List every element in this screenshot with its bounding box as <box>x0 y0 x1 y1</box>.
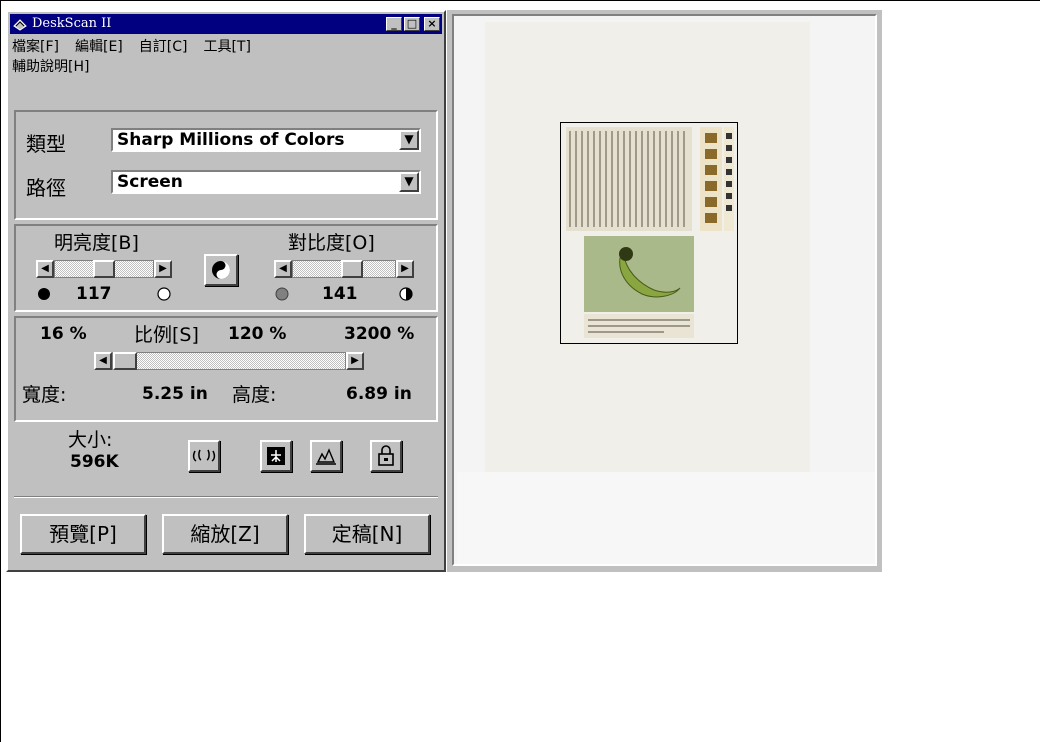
negative-button[interactable] <box>260 440 292 472</box>
window-title: DeskScan II <box>32 16 112 31</box>
scale-min: 16 % <box>40 324 87 344</box>
path-dropdown[interactable]: Screen ▼ <box>111 170 421 194</box>
lock-icon <box>378 445 394 466</box>
scale-max: 3200 % <box>344 324 415 344</box>
auto-exposure-button[interactable] <box>204 254 238 286</box>
contrast-slider-thumb[interactable] <box>341 260 363 278</box>
width-value: 5.25 in <box>142 384 208 404</box>
scale-slider-thumb[interactable] <box>113 352 137 370</box>
width-label: 寬度: <box>22 384 67 406</box>
mirror-button[interactable] <box>188 440 220 472</box>
maximize-button[interactable]: □ <box>404 17 420 31</box>
final-scan-button[interactable]: 定稿[N] <box>304 514 430 554</box>
type-dropdown-arrow-icon[interactable]: ▼ <box>399 130 419 150</box>
light-circle-icon <box>157 287 171 301</box>
brightness-value: 117 <box>76 284 112 304</box>
type-path-group: 類型 Sharp Millions of Colors ▼ 路徑 Screen … <box>14 110 438 220</box>
contrast-decrease-arrow-icon[interactable]: ◀ <box>274 260 292 278</box>
yin-yang-icon <box>212 261 230 279</box>
mirror-icon <box>192 449 216 462</box>
screen-border-top <box>0 0 1040 1</box>
separator <box>14 496 438 498</box>
path-value: Screen <box>117 172 183 192</box>
menu-help[interactable]: 輔助說明[H] <box>12 59 89 75</box>
close-button[interactable]: × <box>424 17 440 31</box>
menu-edit[interactable]: 編輯[E] <box>75 39 123 55</box>
deskscan-window: DeskScan II _ □ × 檔案[F] 編輯[E] 自訂[C] 工具[T] 輔… <box>6 10 446 572</box>
scanner-app-icon <box>13 19 27 31</box>
sharpen-button[interactable] <box>310 440 342 472</box>
brightness-increase-arrow-icon[interactable]: ▶ <box>154 260 172 278</box>
scan-bed-area <box>457 472 875 564</box>
scale-increase-arrow-icon[interactable]: ▶ <box>346 352 364 370</box>
minimize-button[interactable]: _ <box>386 17 402 31</box>
scale-slider-track[interactable] <box>112 352 346 370</box>
brightness-slider-track[interactable] <box>54 260 154 278</box>
type-dropdown[interactable]: Sharp Millions of Colors ▼ <box>111 128 421 152</box>
brightness-decrease-arrow-icon[interactable]: ◀ <box>36 260 54 278</box>
path-dropdown-arrow-icon[interactable]: ▼ <box>399 172 419 192</box>
brightness-label: 明亮度[B] <box>54 232 139 254</box>
contrast-slider-track[interactable] <box>292 260 396 278</box>
screen-border-left <box>0 0 1 742</box>
preview-button[interactable]: 預覽[P] <box>20 514 146 554</box>
scale-current: 120 % <box>228 324 287 344</box>
brightness-slider-thumb[interactable] <box>93 260 115 278</box>
scale-decrease-arrow-icon[interactable]: ◀ <box>94 352 112 370</box>
height-value: 6.89 in <box>346 384 412 404</box>
menu-tools[interactable]: 工具[T] <box>203 39 250 55</box>
type-value: Sharp Millions of Colors <box>117 130 345 150</box>
low-contrast-icon <box>275 287 289 301</box>
contrast-increase-arrow-icon[interactable]: ▶ <box>396 260 414 278</box>
menu-bar: 檔案[F] 編輯[E] 自訂[C] 工具[T] 輔助說明[H] <box>12 37 432 77</box>
lock-button[interactable] <box>370 440 402 472</box>
size-value: 596K <box>70 452 119 472</box>
scale-label: 比例[S] <box>134 324 199 346</box>
contrast-value: 141 <box>322 284 358 304</box>
high-contrast-icon <box>399 287 413 301</box>
scale-group: 16 % 比例[S] 120 % 3200 % ◀ ▶ 寬度: 5.25 in … <box>14 316 438 422</box>
menu-file[interactable]: 檔案[F] <box>12 39 59 55</box>
height-label: 高度: <box>232 384 277 406</box>
dark-circle-icon <box>38 288 50 300</box>
scan-selection-box[interactable] <box>560 122 738 344</box>
sharpen-icon <box>316 448 336 465</box>
size-label: 大小: <box>68 429 113 451</box>
contrast-label: 對比度[O] <box>288 232 375 254</box>
menu-custom[interactable]: 自訂[C] <box>139 39 188 55</box>
zoom-button[interactable]: 縮放[Z] <box>162 514 288 554</box>
brightness-contrast-group: 明亮度[B] 對比度[O] ◀ ▶ ◀ ▶ 117 141 <box>14 224 438 312</box>
path-label: 路徑 <box>26 176 66 200</box>
type-label: 類型 <box>26 132 66 156</box>
negative-icon <box>267 447 285 465</box>
title-bar[interactable]: DeskScan II _ □ × <box>10 14 442 34</box>
